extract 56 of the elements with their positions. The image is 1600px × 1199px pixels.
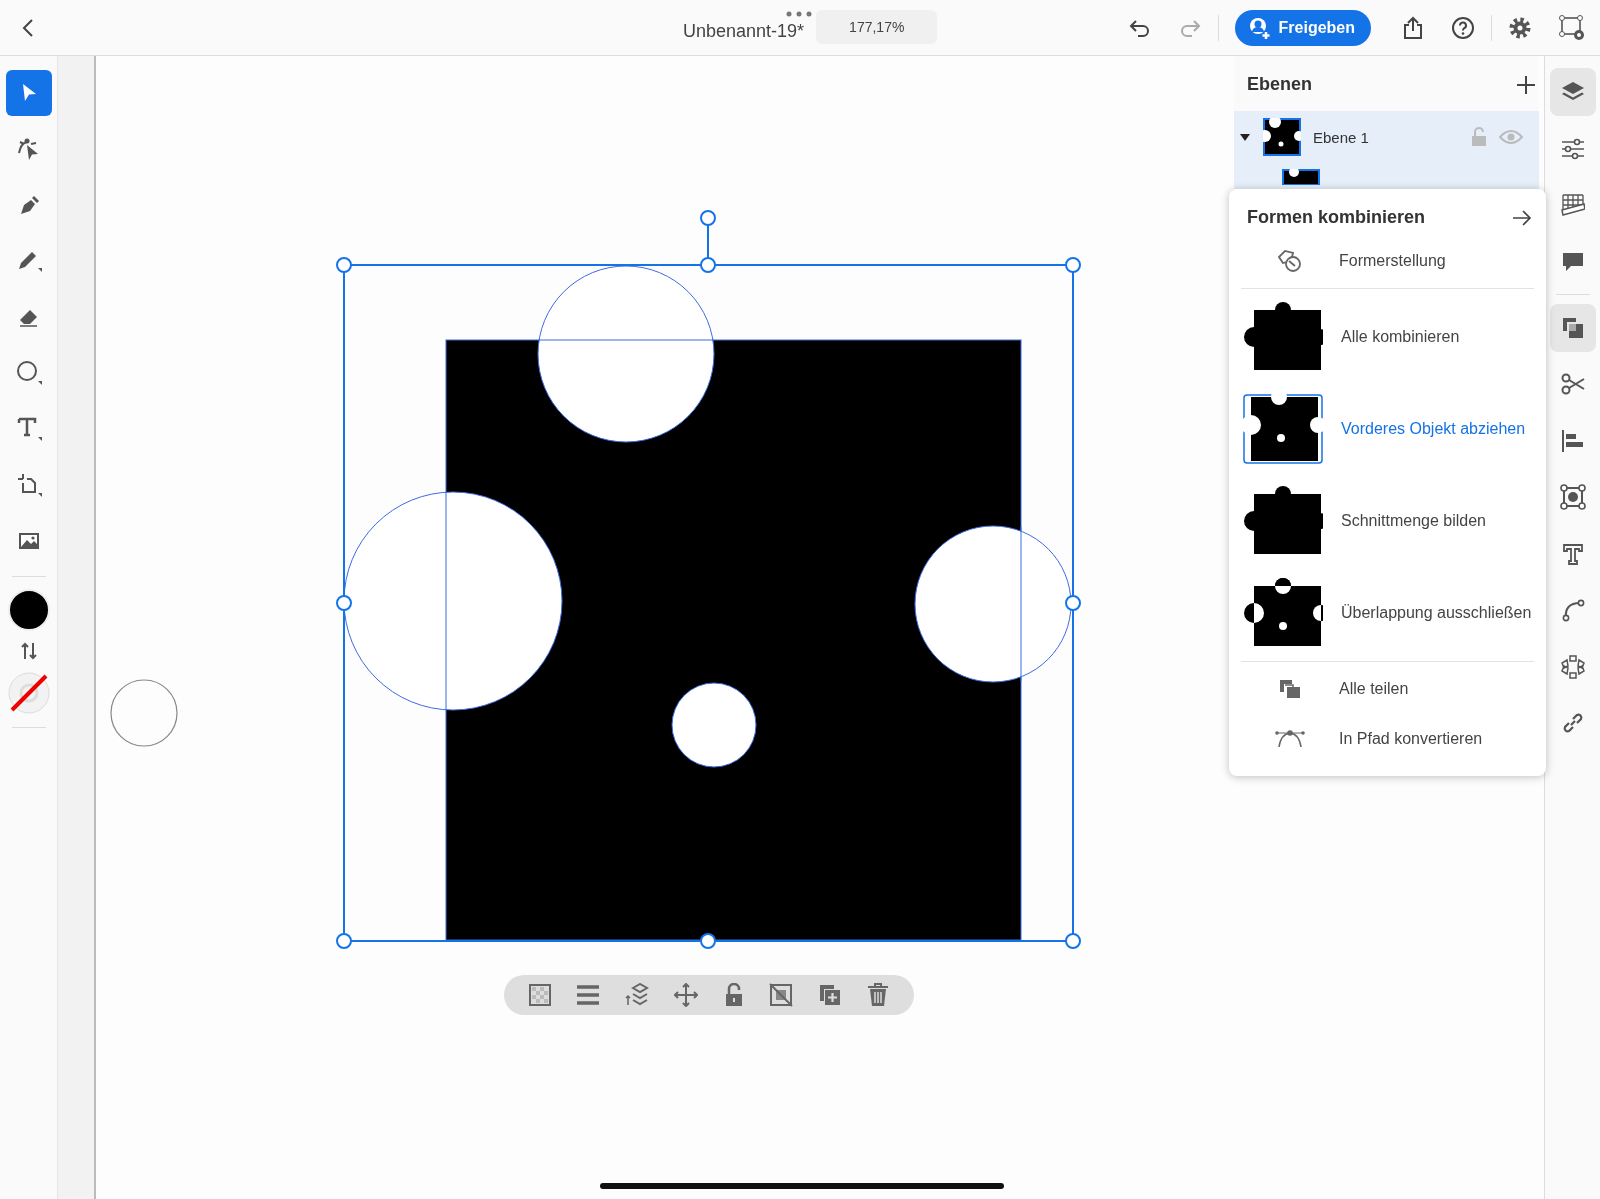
menu-item[interactable]: Überlappung ausschließen	[1241, 567, 1534, 659]
menu-item[interactable]: Formerstellung	[1241, 236, 1534, 286]
arrange-layers-icon[interactable]	[625, 983, 650, 1007]
share-button[interactable]: Freigeben	[1234, 9, 1371, 46]
scissors-icon	[1560, 372, 1585, 396]
divide-icon	[1279, 679, 1301, 699]
help-icon[interactable]	[1451, 15, 1475, 40]
menu-item[interactable]: Alle kombinieren	[1241, 291, 1534, 383]
bezier-path-icon	[1275, 729, 1305, 749]
back-icon[interactable]	[22, 17, 34, 38]
panel-title: Ebenen	[1247, 74, 1312, 95]
add-icon[interactable]	[1517, 75, 1535, 94]
trash-icon[interactable]	[867, 983, 890, 1007]
menu-item[interactable]: Alle teilen	[1241, 664, 1534, 714]
no-stroke-swatch[interactable]	[6, 671, 51, 715]
panel-button[interactable]	[1549, 68, 1596, 116]
disclosure-icon[interactable]	[1239, 131, 1251, 143]
repeat-icon	[1560, 654, 1585, 679]
align-left-icon	[1560, 428, 1585, 453]
menu-item[interactable]: Vorderes Objekt abziehen	[1241, 383, 1534, 475]
unlock-icon[interactable]	[723, 983, 744, 1007]
layer-row[interactable]: Ebene 1	[1234, 111, 1539, 163]
layer-thumbnail	[1263, 118, 1301, 156]
shape-preview-icon	[1243, 394, 1323, 464]
duplicate-icon[interactable]	[818, 983, 843, 1007]
shape-preview-icon	[1243, 578, 1323, 648]
menu-title: Formen kombinieren	[1247, 207, 1426, 228]
type-icon	[1560, 541, 1585, 566]
fill-color-swatch[interactable]	[7, 589, 50, 631]
move-icon[interactable]	[674, 983, 699, 1007]
grid-ruler-icon	[1560, 193, 1585, 217]
sliders-icon	[1560, 136, 1585, 161]
zoom-field[interactable]: 177,17%	[816, 10, 938, 44]
export-icon[interactable]	[1401, 15, 1425, 40]
transform-icon	[1559, 484, 1586, 510]
layer-name: Ebene 1	[1313, 128, 1370, 146]
mask-icon[interactable]	[768, 983, 793, 1007]
panel-button[interactable]	[1549, 303, 1596, 352]
tool-button[interactable]	[5, 70, 52, 116]
path-icon	[1560, 598, 1585, 622]
layer-thumbnail	[1282, 169, 1320, 185]
shape-preview-icon	[1243, 486, 1323, 556]
menu-item[interactable]: Schnittmenge bilden	[1241, 475, 1534, 567]
artboard-preview-icon[interactable]	[1558, 13, 1586, 42]
circle-shape	[110, 679, 178, 747]
shape-builder-icon	[1277, 249, 1303, 273]
arrow-right-icon[interactable]	[1512, 209, 1532, 226]
lines-icon[interactable]	[575, 984, 600, 1006]
combine-shapes-icon	[1560, 315, 1585, 340]
ellipse-icon	[14, 359, 43, 387]
document-title: Unbenannt-19*	[683, 20, 805, 42]
shape-preview-icon	[1243, 302, 1323, 372]
settings-icon[interactable]	[1508, 15, 1532, 40]
menu-item[interactable]: In Pfad konvertieren	[1241, 714, 1534, 764]
checkerboard-icon[interactable]	[528, 984, 551, 1006]
more-icon[interactable]	[786, 11, 812, 17]
